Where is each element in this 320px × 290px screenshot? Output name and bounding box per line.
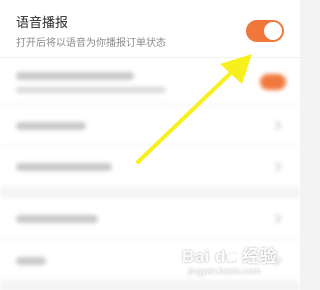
watermark-url: jingyan.baidu.com: [188, 266, 261, 276]
voice-broadcast-toggle[interactable]: [246, 20, 284, 42]
voice-broadcast-title: 语音播报: [16, 15, 69, 30]
chevron-right-icon: [271, 213, 282, 224]
paw-icon: [225, 246, 241, 261]
blurred-setting-row[interactable]: [0, 147, 300, 187]
blurred-setting-row[interactable]: [0, 106, 300, 146]
section-gap: [0, 188, 300, 198]
voice-broadcast-row: 语音播报 打开后将以语音为你播报订单状态: [0, 0, 300, 58]
chevron-right-icon: [271, 161, 282, 172]
voice-broadcast-description: 打开后将以语音为你播报订单状态: [16, 38, 166, 49]
blurred-setting-row[interactable]: [0, 59, 300, 105]
chevron-right-icon: [271, 120, 282, 131]
blurred-toggle[interactable]: [260, 74, 286, 90]
baidu-jingyan-watermark: Bai du 经验 jingyan.baidu.com: [176, 240, 298, 288]
settings-screen: 语音播报 打开后将以语音为你播报订单状态 Bai du 经验 jingyan.b…: [0, 0, 300, 290]
blurred-setting-row[interactable]: [0, 198, 300, 240]
toggle-knob: [264, 22, 282, 40]
